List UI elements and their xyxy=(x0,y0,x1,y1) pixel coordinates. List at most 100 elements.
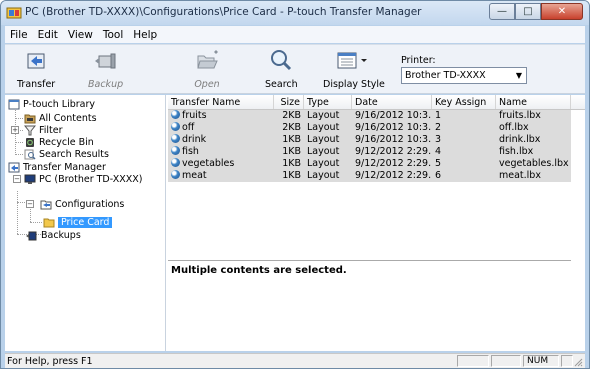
collapse-toggle[interactable]: − xyxy=(26,200,34,208)
status-num-indicator: NUM xyxy=(523,355,559,367)
cell-name: meat.lbx xyxy=(499,170,541,181)
status-help-text: For Help, press F1 xyxy=(7,356,93,367)
tree-connector xyxy=(17,191,18,234)
tree-label: PC (Brother TD-XXXX) xyxy=(39,173,143,185)
tree-item-ptouch-library[interactable]: P-touch Library xyxy=(8,98,95,110)
tree-item-filter[interactable]: Filter xyxy=(24,124,63,136)
cell-key-assign: 1 xyxy=(435,110,442,121)
cell-key-assign: 6 xyxy=(435,170,442,181)
app-icon xyxy=(6,7,22,19)
cell-key-assign: 3 xyxy=(435,134,442,145)
tree-item-transfer-manager[interactable]: Transfer Manager xyxy=(8,161,106,173)
folder-icon xyxy=(43,217,55,228)
tree-connector xyxy=(15,154,23,155)
main-area: P-touch Library All Contents + Filter Re… xyxy=(5,95,585,351)
table-row[interactable]: vegetables 1KB Layout 9/12/2012 2:29... … xyxy=(168,158,571,170)
search-button[interactable]: Search xyxy=(265,47,298,90)
backups-icon xyxy=(26,230,38,241)
cell-date: 9/12/2012 2:29... xyxy=(355,158,432,169)
backup-icon xyxy=(92,47,120,73)
open-button[interactable]: Open xyxy=(193,47,221,90)
layout-file-icon xyxy=(171,158,180,167)
cell-type: Layout xyxy=(307,158,340,169)
library-tree: P-touch Library All Contents + Filter Re… xyxy=(5,95,166,351)
list-scrollbar[interactable] xyxy=(571,110,585,261)
tree-item-pc[interactable]: PC (Brother TD-XXXX) xyxy=(24,173,142,185)
menu-file[interactable]: File xyxy=(5,29,33,41)
recycle-bin-icon xyxy=(24,137,36,148)
column-header-date[interactable]: Date xyxy=(352,95,432,109)
tree-label: P-touch Library xyxy=(23,98,95,110)
table-row[interactable]: off 2KB Layout 9/16/2012 10:3... 2 off.l… xyxy=(168,122,571,134)
collapse-toggle[interactable]: − xyxy=(13,175,21,183)
tree-item-recycle-bin[interactable]: Recycle Bin xyxy=(24,136,94,148)
cell-type: Layout xyxy=(307,110,340,121)
tree-label: Search Results xyxy=(39,148,109,160)
cell-transfer-name: drink xyxy=(168,134,274,146)
cell-size: 2KB xyxy=(282,122,301,133)
tree-item-search-results[interactable]: Search Results xyxy=(24,148,109,160)
column-header-name[interactable]: Name xyxy=(496,95,571,109)
transfer-manager-icon xyxy=(8,162,20,173)
column-header-transfer-name[interactable]: Transfer Name xyxy=(168,95,274,109)
cell-date: 9/16/2012 10:3... xyxy=(355,134,432,145)
menu-edit[interactable]: Edit xyxy=(33,29,63,41)
tree-connector xyxy=(15,142,23,143)
backup-button[interactable]: Backup xyxy=(88,47,123,90)
layout-file-icon xyxy=(171,110,180,119)
cell-transfer-name: off xyxy=(168,122,274,134)
tree-label: Recycle Bin xyxy=(39,136,94,148)
tree-item-all-contents[interactable]: All Contents xyxy=(24,112,97,124)
tree-connector xyxy=(17,202,25,203)
cell-key-assign: 2 xyxy=(435,122,442,133)
cell-size: 1KB xyxy=(282,146,301,157)
tree-item-configurations[interactable]: Configurations xyxy=(40,198,124,210)
expand-toggle[interactable]: + xyxy=(11,126,19,134)
layout-file-icon xyxy=(171,146,180,155)
cell-size: 1KB xyxy=(282,170,301,181)
search-results-icon xyxy=(24,149,36,160)
status-pane-scroll xyxy=(561,355,573,367)
cell-transfer-name: meat xyxy=(168,170,274,182)
table-row[interactable]: drink 1KB Layout 9/16/2012 10:3... 3 dri… xyxy=(168,134,571,146)
resize-grip-icon[interactable] xyxy=(573,357,583,367)
menu-help[interactable]: Help xyxy=(128,29,162,41)
printer-label: Printer: xyxy=(401,55,436,66)
cell-date: 9/12/2012 2:29... xyxy=(355,170,432,181)
menu-view[interactable]: View xyxy=(63,29,98,41)
printer-dropdown[interactable]: Brother TD-XXXX ▼ xyxy=(401,67,527,84)
list-header: Transfer Name Size Type Date Key Assign … xyxy=(168,95,585,110)
close-button[interactable]: ✕ xyxy=(541,3,583,20)
chevron-down-icon[interactable]: ▼ xyxy=(512,68,526,83)
minimize-button[interactable]: — xyxy=(489,3,515,20)
menu-tool[interactable]: Tool xyxy=(98,29,128,41)
layout-file-icon xyxy=(171,134,180,143)
menu-bar: File Edit View Tool Help xyxy=(5,26,585,43)
display-style-icon xyxy=(334,47,374,73)
open-label: Open xyxy=(194,79,220,90)
transfer-button[interactable]: Transfer xyxy=(17,47,55,90)
status-pane-caps xyxy=(457,355,489,367)
table-row[interactable]: meat 1KB Layout 9/12/2012 2:29... 6 meat… xyxy=(168,170,571,182)
transfer-list: Transfer Name Size Type Date Key Assign … xyxy=(168,95,585,261)
tree-label: Transfer Manager xyxy=(23,161,106,173)
table-row[interactable]: fish 1KB Layout 9/12/2012 2:29... 4 fish… xyxy=(168,146,571,158)
tree-item-backups[interactable]: Backups xyxy=(26,229,81,241)
layout-file-icon xyxy=(171,170,180,179)
cell-transfer-name: fruits xyxy=(168,110,274,122)
maximize-button[interactable]: □ xyxy=(515,3,541,20)
printer-value: Brother TD-XXXX xyxy=(405,70,486,81)
preview-pane: Multiple contents are selected. xyxy=(168,262,585,351)
cell-type: Layout xyxy=(307,146,340,157)
cell-size: 1KB xyxy=(282,158,301,169)
column-header-key-assign[interactable]: Key Assign xyxy=(432,95,496,109)
title-bar: PC (Brother TD-XXXX)\Configurations\Pric… xyxy=(1,1,589,25)
column-header-type[interactable]: Type xyxy=(304,95,352,109)
status-bar: For Help, press F1 NUM xyxy=(5,353,585,368)
cell-date: 9/16/2012 10:3... xyxy=(355,110,432,121)
tree-item-price-card[interactable]: Price Card xyxy=(43,216,113,228)
window-title: PC (Brother TD-XXXX)\Configurations\Pric… xyxy=(25,6,422,18)
column-header-size[interactable]: Size xyxy=(274,95,304,109)
display-style-button[interactable]: Display Style xyxy=(323,47,385,90)
table-row[interactable]: fruits 2KB Layout 9/16/2012 10:3... 1 fr… xyxy=(168,110,571,122)
